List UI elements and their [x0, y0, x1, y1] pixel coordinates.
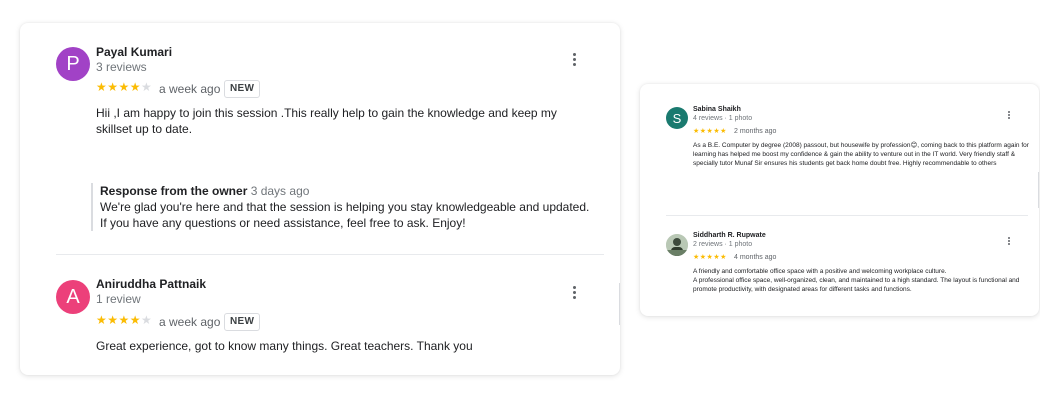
- scrollbar[interactable]: [619, 283, 620, 325]
- star-rating: ★★★★★: [96, 313, 152, 327]
- review-time: a week ago: [159, 315, 221, 329]
- reviewer-avatar[interactable]: A: [56, 280, 90, 314]
- owner-response-time: 3 days ago: [250, 184, 310, 198]
- star-empty-icon: ★: [141, 313, 153, 327]
- owner-response-label: Response from the owner: [100, 184, 248, 198]
- reviewer-avatar[interactable]: P: [56, 47, 90, 81]
- review-text-line: A professional office space, well-organi…: [693, 277, 1020, 293]
- profile-photo-icon: [666, 234, 688, 256]
- star-rating: ★★★★★: [96, 80, 152, 94]
- review-text: As a B.E. Computer by degree (2008) pass…: [693, 142, 1029, 167]
- right-review-card: S Sabina Shaikh 4 reviews · 1 photo ★★★★…: [640, 84, 1039, 316]
- kebab-menu-icon[interactable]: [573, 53, 577, 66]
- reviewer-review-count: 2 reviews · 1 photo: [693, 241, 753, 248]
- reviewer-avatar[interactable]: S: [666, 107, 688, 129]
- owner-response: Response from the owner 3 days ago We're…: [91, 183, 590, 231]
- kebab-menu-icon[interactable]: [1008, 237, 1010, 245]
- reviewer-review-count: 1 review: [96, 292, 141, 306]
- review-time: 2 months ago: [734, 128, 777, 135]
- reviewer-name[interactable]: Aniruddha Pattnaik: [96, 277, 206, 291]
- owner-response-header: Response from the owner 3 days ago: [100, 183, 590, 199]
- review-text: A friendly and comfortable office space …: [693, 267, 1029, 294]
- reviewer-review-count: 4 reviews · 1 photo: [693, 115, 753, 122]
- kebab-menu-icon[interactable]: [573, 286, 577, 299]
- owner-response-text: We're glad you're here and that the sess…: [100, 200, 590, 230]
- reviewer-name[interactable]: Payal Kumari: [96, 45, 172, 59]
- review-divider: [56, 254, 604, 255]
- review-text: Great experience, got to know many thing…: [96, 339, 473, 353]
- new-badge: NEW: [224, 313, 261, 331]
- star-rating: ★★★★★: [693, 128, 727, 135]
- review-time: a week ago: [159, 82, 221, 96]
- kebab-menu-icon[interactable]: [1008, 111, 1010, 119]
- star-icon: ★★★★: [96, 80, 142, 94]
- star-icon: ★★★★: [96, 313, 142, 327]
- review-text-line: A friendly and comfortable office space …: [693, 268, 947, 275]
- review-divider: [666, 215, 1028, 216]
- left-review-card: P Payal Kumari 3 reviews ★★★★★ a week ag…: [20, 23, 620, 375]
- reviewer-name[interactable]: Sabina Shaikh: [693, 106, 741, 113]
- profile-photo[interactable]: [666, 234, 688, 256]
- star-empty-icon: ★: [141, 80, 153, 94]
- review-time: 4 months ago: [734, 254, 777, 261]
- new-badge: NEW: [224, 80, 261, 98]
- star-rating: ★★★★★: [693, 254, 727, 261]
- review-text: Hii ,I am happy to join this session .Th…: [96, 106, 557, 136]
- reviewer-name[interactable]: Siddharth R. Rupwate: [693, 232, 766, 239]
- reviewer-review-count: 3 reviews: [96, 60, 147, 74]
- scrollbar[interactable]: [1038, 172, 1039, 208]
